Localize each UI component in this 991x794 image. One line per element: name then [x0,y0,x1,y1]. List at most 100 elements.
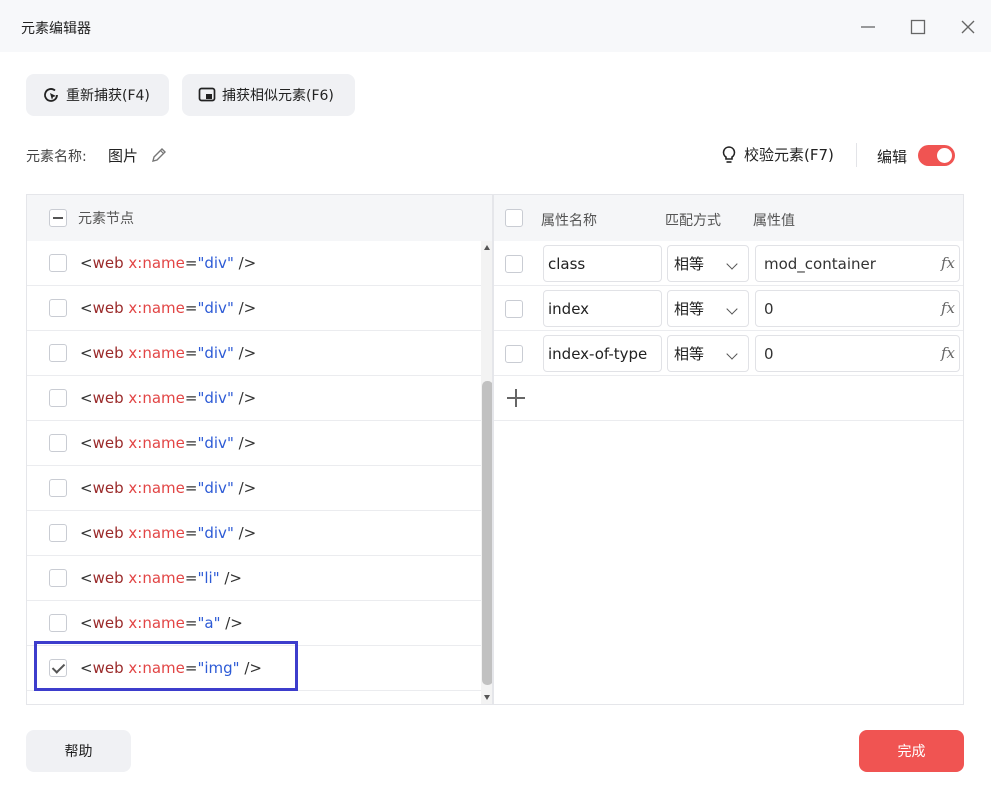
attribute-name-text: class [548,254,586,273]
lightbulb-icon [720,145,738,165]
maximize-button[interactable] [905,14,931,40]
node-row-checkbox[interactable] [49,344,67,362]
attributes-panel: 属性名称 匹配方式 属性值 class 相等 mod_container fx inde… [493,194,964,705]
node-row-text: <web x:name="div" /> [80,299,257,317]
match-mode-header: 匹配方式 [665,213,721,229]
match-mode-select[interactable]: 相等 [667,290,749,327]
add-attribute-row [494,376,963,421]
attribute-name-text: index-of-type [548,344,648,363]
fx-function-icon[interactable]: fx [941,344,955,362]
attribute-value-text: 0 [764,299,774,318]
scrollbar-thumb[interactable] [482,381,492,685]
attribute-value-text: 0 [764,344,774,363]
chevron-down-icon [726,348,738,360]
match-mode-text: 相等 [674,345,705,363]
recapture-label: 重新捕获(F4) [66,88,150,104]
element-nodes-panel: 元素节点 <web x:name="div" /> <web x:name="di… [26,194,493,705]
toolbar-divider [856,143,857,167]
node-row-checkbox[interactable] [49,659,67,677]
add-attribute-plus-icon[interactable] [507,389,525,407]
capture-similar-icon [198,86,216,104]
attribute-value-header: 属性值 [753,213,795,229]
node-row-text: <web x:name="img" /> [80,659,262,677]
attributes-header: 属性名称 匹配方式 属性值 [494,195,963,241]
window-title: 元素编辑器 [21,21,91,37]
match-mode-select[interactable]: 相等 [667,245,749,282]
attribute-value-field[interactable]: 0 fx [755,290,960,327]
recapture-button[interactable]: 重新捕获(F4) [26,74,169,116]
help-button[interactable]: 帮助 [26,730,131,772]
match-mode-text: 相等 [674,255,705,273]
node-row-checkbox[interactable] [49,569,67,587]
node-row[interactable]: <web x:name="img" /> [27,646,481,691]
attribute-value-field[interactable]: 0 fx [755,335,960,372]
capture-similar-label: 捕获相似元素(F6) [222,88,334,104]
select-all-attributes-checkbox[interactable] [505,209,523,227]
element-name-value: 图片 [108,147,139,165]
attribute-name-header: 属性名称 [541,213,597,229]
attribute-row-checkbox[interactable] [505,300,523,318]
title-bar: 元素编辑器 [0,0,991,52]
attribute-name-field[interactable]: index-of-type [543,335,662,372]
minimize-button[interactable] [855,14,881,40]
edit-name-pencil-icon[interactable] [150,146,168,168]
attribute-name-text: index [548,299,590,318]
node-row[interactable]: <web x:name="div" /> [27,511,481,556]
node-row-checkbox[interactable] [49,434,67,452]
node-row[interactable]: <web x:name="div" /> [27,241,481,286]
capture-similar-button[interactable]: 捕获相似元素(F6) [182,74,355,116]
node-row-text: <web x:name="div" /> [80,479,257,497]
match-mode-text: 相等 [674,300,705,318]
select-all-nodes-checkbox[interactable] [49,209,67,227]
node-row[interactable]: <web x:name="div" /> [27,421,481,466]
close-icon [961,20,975,34]
attribute-value-field[interactable]: mod_container fx [755,245,960,282]
node-row-text: <web x:name="a" /> [80,614,243,632]
close-button[interactable] [955,14,981,40]
validate-element-label: 校验元素(F7) [744,146,834,164]
node-list-scrollbar[interactable] [481,241,492,704]
node-row[interactable]: <web x:name="a" /> [27,601,481,646]
attribute-row-checkbox[interactable] [505,255,523,273]
chevron-down-icon [726,303,738,315]
fx-function-icon[interactable]: fx [941,254,955,272]
maximize-icon [910,19,926,35]
chevron-down-icon [726,258,738,270]
node-row-text: <web x:name="div" /> [80,344,257,362]
scroll-down-arrow-icon[interactable] [484,695,490,700]
node-row[interactable]: <web x:name="li" /> [27,556,481,601]
node-row-checkbox[interactable] [49,299,67,317]
node-row-text: <web x:name="div" /> [80,434,257,452]
attribute-row: class 相等 mod_container fx [494,241,963,286]
scroll-up-arrow-icon[interactable] [484,245,490,250]
element-name-label: 元素名称: [26,149,87,165]
recapture-icon [42,86,60,104]
node-row-checkbox[interactable] [49,479,67,497]
attribute-value-text: mod_container [764,254,876,273]
node-row-checkbox[interactable] [49,389,67,407]
node-row-text: <web x:name="div" /> [80,254,257,272]
match-mode-select[interactable]: 相等 [667,335,749,372]
node-row-text: <web x:name="div" /> [80,389,257,407]
attribute-row-checkbox[interactable] [505,345,523,363]
edit-mode-toggle[interactable] [918,145,955,166]
node-row[interactable]: <web x:name="div" /> [27,331,481,376]
element-nodes-header-label: 元素节点 [78,211,134,227]
node-row-text: <web x:name="div" /> [80,524,257,542]
attribute-row: index-of-type 相等 0 fx [494,331,963,376]
edit-mode-label: 编辑 [877,148,908,166]
node-row[interactable]: <web x:name="div" /> [27,376,481,421]
attribute-name-field[interactable]: class [543,245,662,282]
node-row-checkbox[interactable] [49,614,67,632]
node-row-checkbox[interactable] [49,254,67,272]
node-row[interactable]: <web x:name="div" /> [27,466,481,511]
validate-element-button[interactable]: 校验元素(F7) [720,144,834,165]
fx-function-icon[interactable]: fx [941,299,955,317]
element-nodes-header: 元素节点 [27,195,492,241]
minimize-icon [861,26,875,28]
node-row[interactable]: <web x:name="div" /> [27,286,481,331]
done-button[interactable]: 完成 [859,730,964,772]
attribute-name-field[interactable]: index [543,290,662,327]
node-row-checkbox[interactable] [49,524,67,542]
node-row-text: <web x:name="li" /> [80,569,242,587]
